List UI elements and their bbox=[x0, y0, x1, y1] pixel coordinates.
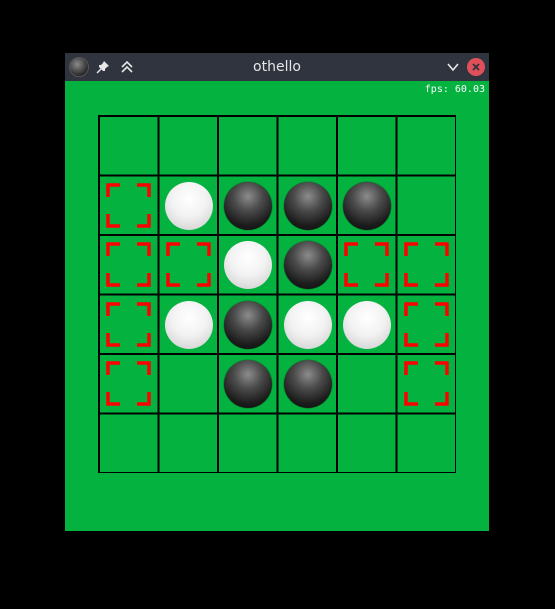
board-cell-r5-c2[interactable] bbox=[160, 355, 217, 412]
white-piece bbox=[343, 300, 391, 349]
close-button[interactable] bbox=[466, 57, 486, 77]
board-cell-r1-c3[interactable] bbox=[219, 117, 276, 174]
board-cell-r2-c4[interactable] bbox=[279, 177, 336, 234]
board-cell-r1-c5[interactable] bbox=[338, 117, 395, 174]
board-cell-r2-c3[interactable] bbox=[219, 177, 276, 234]
board-cell-r5-c1[interactable] bbox=[100, 355, 157, 412]
board-cell-r5-c6[interactable] bbox=[398, 355, 455, 412]
board-cell-r6-c3[interactable] bbox=[219, 415, 276, 472]
valid-move-marker bbox=[403, 301, 449, 347]
board-cell-r6-c6[interactable] bbox=[398, 415, 455, 472]
othello-piece-icon[interactable] bbox=[69, 57, 89, 77]
board-cell-r3-c4[interactable] bbox=[279, 236, 336, 293]
valid-move-marker bbox=[106, 242, 151, 287]
board-cell-r6-c2[interactable] bbox=[160, 415, 217, 472]
valid-move-marker bbox=[106, 361, 151, 406]
board-cell-r1-c4[interactable] bbox=[279, 117, 336, 174]
close-icon[interactable] bbox=[467, 58, 485, 76]
board-cell-r5-c5[interactable] bbox=[338, 355, 395, 412]
black-piece bbox=[224, 300, 272, 349]
board-cell-r3-c3[interactable] bbox=[219, 236, 276, 293]
valid-move-marker bbox=[344, 242, 389, 287]
board-cell-r4-c4[interactable] bbox=[279, 296, 336, 353]
board-cell-r4-c6[interactable] bbox=[398, 296, 455, 353]
valid-move-marker bbox=[403, 242, 449, 287]
game-window: othello fps: 60.03 bbox=[65, 53, 489, 531]
board-cell-r3-c6[interactable] bbox=[398, 236, 455, 293]
board-cell-r4-c1[interactable] bbox=[100, 296, 157, 353]
black-piece bbox=[224, 181, 272, 230]
board-cell-r3-c1[interactable] bbox=[100, 236, 157, 293]
board-cell-r6-c1[interactable] bbox=[100, 415, 157, 472]
pin-icon[interactable] bbox=[93, 57, 113, 77]
white-piece bbox=[224, 241, 272, 289]
white-piece bbox=[283, 300, 332, 349]
board-cell-r6-c4[interactable] bbox=[279, 415, 336, 472]
valid-move-marker bbox=[106, 182, 151, 228]
board-cell-r3-c5[interactable] bbox=[338, 236, 395, 293]
title-bar[interactable]: othello bbox=[65, 53, 489, 81]
board-cell-r3-c2[interactable] bbox=[160, 236, 217, 293]
board-cell-r4-c3[interactable] bbox=[219, 296, 276, 353]
board-cell-r5-c3[interactable] bbox=[219, 355, 276, 412]
board-cell-r1-c2[interactable] bbox=[160, 117, 217, 174]
valid-move-marker bbox=[106, 301, 151, 347]
black-piece bbox=[224, 360, 272, 408]
othello-board[interactable] bbox=[98, 115, 456, 473]
board-cell-r2-c1[interactable] bbox=[100, 177, 157, 234]
chevron-down-icon[interactable] bbox=[443, 57, 463, 77]
fps-counter: fps: 60.03 bbox=[424, 84, 485, 95]
white-piece bbox=[164, 181, 213, 230]
board-cell-r5-c4[interactable] bbox=[279, 355, 336, 412]
black-piece bbox=[283, 360, 332, 408]
black-piece bbox=[343, 181, 391, 230]
board-cell-r1-c1[interactable] bbox=[100, 117, 157, 174]
board-cell-r6-c5[interactable] bbox=[338, 415, 395, 472]
double-chevron-up-icon[interactable] bbox=[117, 57, 137, 77]
black-piece bbox=[283, 241, 332, 289]
board-cell-r1-c6[interactable] bbox=[398, 117, 455, 174]
board-cell-r2-c5[interactable] bbox=[338, 177, 395, 234]
valid-move-marker bbox=[403, 361, 449, 406]
board-cell-r2-c6[interactable] bbox=[398, 177, 455, 234]
board-cell-r4-c2[interactable] bbox=[160, 296, 217, 353]
board-cell-r2-c2[interactable] bbox=[160, 177, 217, 234]
valid-move-marker bbox=[165, 242, 211, 287]
white-piece bbox=[164, 300, 213, 349]
black-piece bbox=[283, 181, 332, 230]
board-cell-r4-c5[interactable] bbox=[338, 296, 395, 353]
